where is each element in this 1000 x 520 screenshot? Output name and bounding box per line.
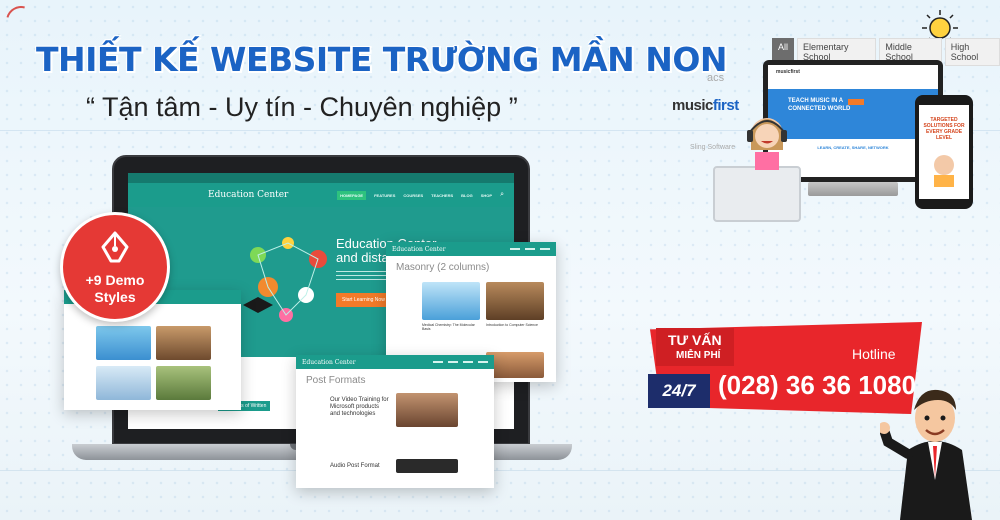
monitor-stand bbox=[808, 182, 898, 196]
badge-line1: +9 Demo bbox=[85, 272, 145, 288]
monitor-brand: musicfirst bbox=[776, 69, 800, 75]
card-nav: Education Center bbox=[296, 355, 494, 369]
nav-item-teachers[interactable]: TEACHERS bbox=[431, 193, 453, 198]
card-title: Masonry (2 columns) bbox=[396, 262, 490, 273]
brand-musicfirst: musicfirst bbox=[672, 97, 739, 114]
businessman-illustration bbox=[880, 389, 972, 520]
tuvan-label: TƯ VẤN bbox=[668, 332, 722, 348]
hotline-label: Hotline bbox=[852, 346, 896, 362]
nav-item-homepage[interactable]: HOMEPAGE bbox=[337, 190, 367, 200]
brand-music-part1: music bbox=[672, 97, 713, 114]
site-nav: Education Center HOMEPAGE FEATURES COURS… bbox=[128, 183, 514, 207]
nav-item-features[interactable]: FEATURES bbox=[374, 193, 395, 198]
thumbnail-image bbox=[96, 326, 151, 360]
tag-24-7: 24/7 bbox=[648, 374, 710, 408]
card-logo: Education Center bbox=[302, 358, 356, 366]
badge-line2: Styles bbox=[94, 289, 136, 305]
mienphi-label: MIỄN PHÍ bbox=[676, 350, 721, 361]
phone-title: TARGETED SOLUTIONS FOR EVERY GRADE LEVEL bbox=[923, 117, 965, 141]
search-icon[interactable]: ⌕ bbox=[500, 191, 504, 199]
site-topbar bbox=[128, 173, 514, 183]
page-title: THIẾT KẾ WEBSITE TRƯỜNG MẦN NON bbox=[36, 40, 728, 79]
demo-card-post-formats[interactable]: Education Center Post Formats Our Video … bbox=[296, 355, 494, 488]
post-title[interactable]: Audio Post Format bbox=[330, 463, 380, 469]
small-laptop bbox=[713, 166, 801, 222]
card-logo: Education Center bbox=[392, 245, 446, 253]
start-learning-button[interactable]: Start Learning Now bbox=[336, 293, 391, 307]
phone-screen: TARGETED SOLUTIONS FOR EVERY GRADE LEVEL bbox=[919, 105, 969, 199]
card-title: Post Formats bbox=[306, 375, 366, 386]
brand-sling: Sling Software bbox=[690, 144, 736, 151]
background-line bbox=[0, 470, 1000, 471]
thumbnail-image bbox=[156, 366, 211, 400]
brand-acs: acs bbox=[707, 72, 725, 84]
demo-styles-badge: +9 Demo Styles bbox=[60, 212, 170, 322]
site-logo: Education Center bbox=[208, 190, 289, 200]
phone-mockup: TARGETED SOLUTIONS FOR EVERY GRADE LEVEL bbox=[915, 95, 973, 209]
post-title[interactable]: Medical Chemistry: The Molecular Basis bbox=[422, 323, 480, 331]
nav-item-shop[interactable]: SHOP bbox=[481, 193, 492, 198]
thumbnail-image bbox=[486, 282, 544, 320]
thumbnail-image bbox=[396, 393, 458, 427]
girl-with-headphones-image bbox=[747, 118, 787, 170]
education-illustration bbox=[243, 237, 327, 322]
pen-nib-icon bbox=[101, 231, 129, 263]
thumbnail-image bbox=[422, 282, 480, 320]
phone-illustration bbox=[934, 155, 954, 187]
audio-player[interactable] bbox=[396, 459, 458, 473]
watch-video-button[interactable] bbox=[848, 99, 864, 105]
nav-item-courses[interactable]: COURSES bbox=[403, 193, 423, 198]
filter-tab-high[interactable]: High School bbox=[944, 38, 1000, 66]
nav-item-blog[interactable]: BLOG bbox=[461, 193, 473, 198]
thumbnail-image bbox=[486, 352, 544, 378]
post-title[interactable]: Our Video Training for Microsoft product… bbox=[330, 397, 390, 418]
thumbnail-image bbox=[156, 326, 211, 360]
slogan: “ Tận tâm - Uy tín - Chuyên nghiệp ” bbox=[86, 92, 518, 122]
card-nav: Education Center bbox=[386, 242, 556, 256]
thumbnail-image bbox=[96, 366, 151, 400]
post-title[interactable]: Introduction to Computer Science bbox=[486, 323, 544, 327]
brand-music-part2: first bbox=[712, 97, 739, 114]
